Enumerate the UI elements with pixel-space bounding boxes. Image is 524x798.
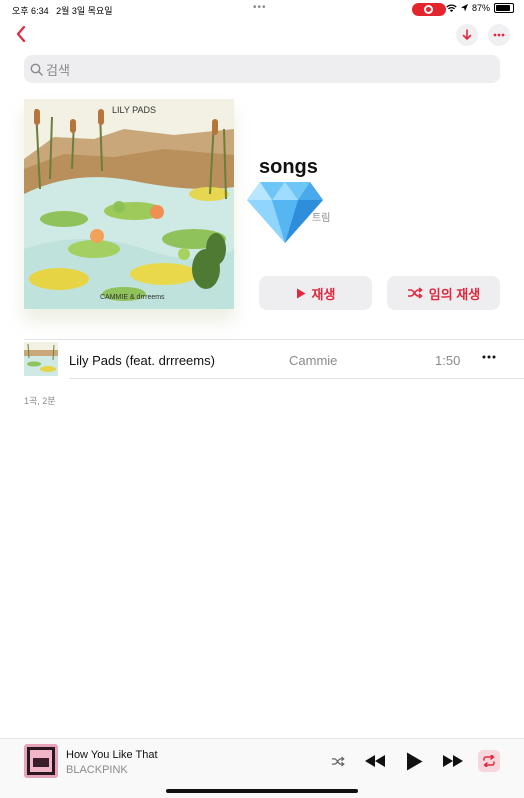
shuffle-icon xyxy=(407,287,423,299)
location-icon xyxy=(460,4,468,12)
status-bar: 오후 6:34 2월 3일 목요일 ••• 87% xyxy=(0,0,524,18)
fast-forward-icon xyxy=(443,755,463,767)
battery-icon xyxy=(494,3,514,13)
chevron-left-icon xyxy=(16,26,26,42)
play-label: 재생 xyxy=(311,286,336,302)
ellipsis-icon xyxy=(482,355,496,359)
repeat-icon xyxy=(483,755,495,767)
playlist-summary: 1곡, 2분 xyxy=(24,396,56,406)
play-pause-button[interactable] xyxy=(404,751,424,771)
download-button[interactable] xyxy=(456,24,478,46)
track-artwork xyxy=(24,342,58,376)
search-icon xyxy=(30,63,43,76)
home-indicator xyxy=(166,789,358,793)
track-row[interactable]: Lily Pads (feat. drrreems) Cammie 1:50 xyxy=(0,340,524,378)
status-right: 87% xyxy=(446,3,514,13)
ellipsis-icon xyxy=(493,33,505,37)
status-time: 오후 6:34 2월 3일 목요일 xyxy=(12,6,113,16)
lily-pads-illustration: LILY PADS CAMMIE & drrreems xyxy=(24,99,234,309)
back-button[interactable] xyxy=(10,23,32,45)
rewind-icon xyxy=(365,755,385,767)
wifi-icon xyxy=(446,4,457,12)
now-playing-artwork xyxy=(24,744,58,778)
previous-button[interactable] xyxy=(364,754,386,768)
arrow-down-icon xyxy=(462,29,472,40)
shuffle-label: 임의 재생 xyxy=(428,286,481,302)
playlist-title: songs xyxy=(259,156,318,178)
play-button[interactable]: 재생 xyxy=(259,276,372,310)
shuffle-icon xyxy=(331,756,345,766)
repeat-toggle[interactable] xyxy=(478,750,500,772)
playlist-subtitle: 트림 xyxy=(312,213,331,224)
next-button[interactable] xyxy=(442,754,464,768)
search-field[interactable]: 검색 xyxy=(24,55,500,83)
search-placeholder: 검색 xyxy=(46,62,70,78)
svg-text:CAMMIE & drrreems: CAMMIE & drrreems xyxy=(100,294,165,301)
play-icon xyxy=(296,288,306,298)
now-playing-title: How You Like That xyxy=(66,749,158,761)
nav-bar xyxy=(0,22,524,50)
now-playing-artist: BLACKPINK xyxy=(66,764,128,776)
divider xyxy=(69,378,524,379)
track-duration: 1:50 xyxy=(435,353,461,368)
battery-percent: 87% xyxy=(471,3,490,13)
shuffle-toggle[interactable] xyxy=(330,755,346,767)
svg-text:LILY PADS: LILY PADS xyxy=(112,105,156,115)
track-title: Lily Pads (feat. drrreems) xyxy=(69,353,215,368)
play-icon xyxy=(406,752,422,770)
track-more-button[interactable] xyxy=(478,349,500,365)
screen-record-icon[interactable] xyxy=(412,3,446,16)
shuffle-button[interactable]: 임의 재생 xyxy=(387,276,500,310)
track-artist: Cammie xyxy=(289,353,338,368)
playlist-artwork[interactable]: LILY PADS CAMMIE & drrreems xyxy=(24,99,234,309)
multitasking-dots[interactable]: ••• xyxy=(253,2,267,13)
more-button[interactable] xyxy=(488,24,510,46)
